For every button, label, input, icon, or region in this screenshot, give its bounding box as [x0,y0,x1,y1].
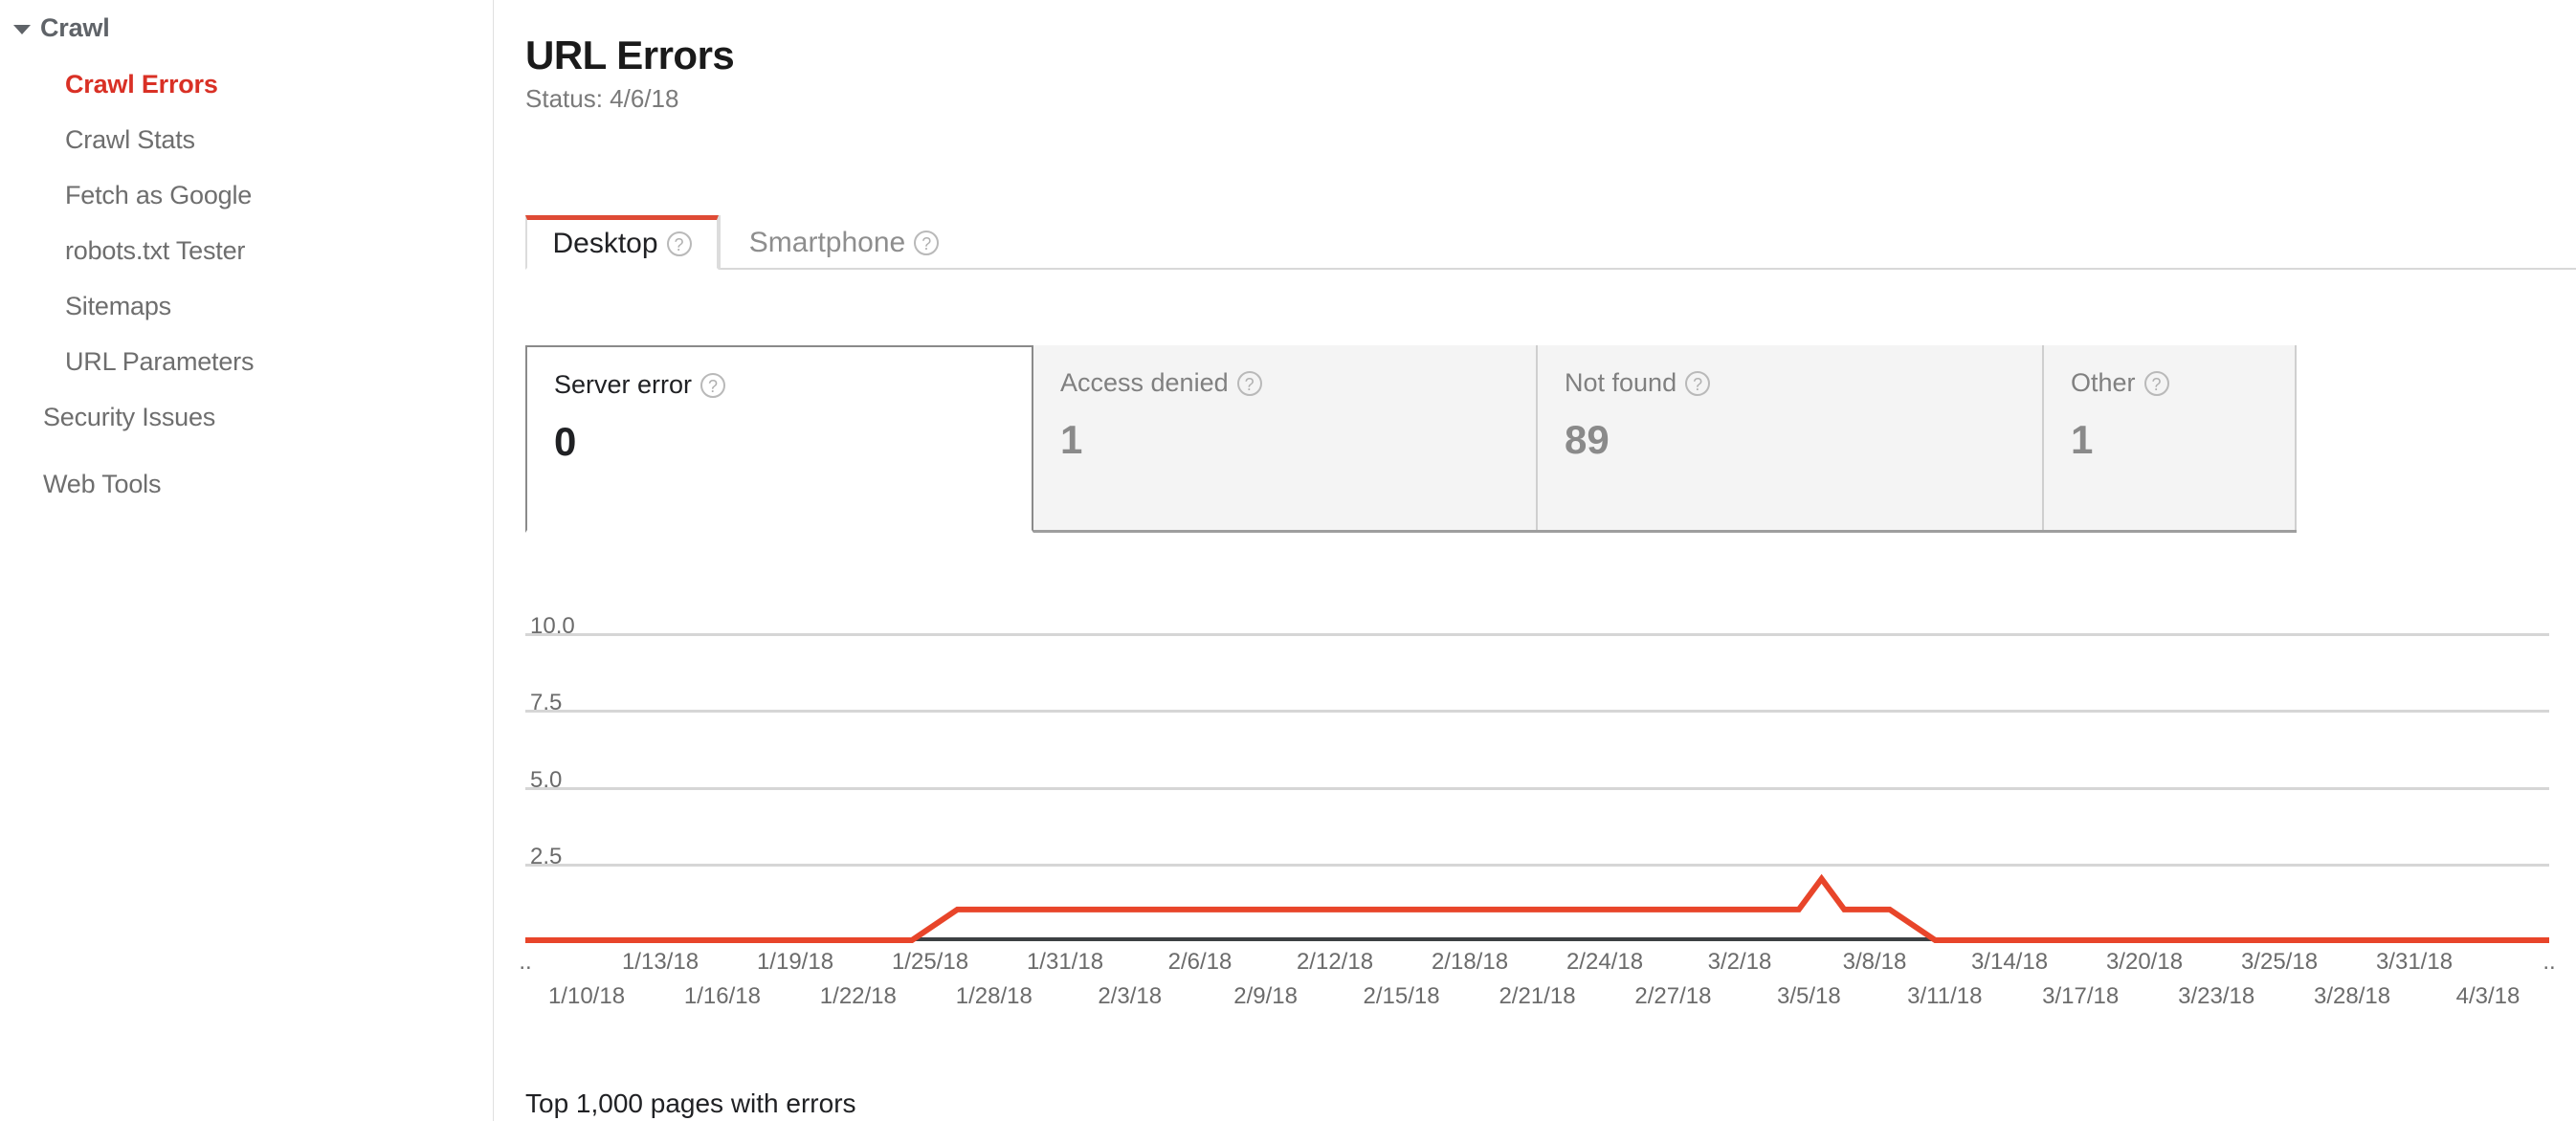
sidebar-item-label: robots.txt Tester [65,235,246,265]
chart-xtick-label: 3/20/18 [2105,949,2184,975]
sidebar-item-robots-txt-tester[interactable]: robots.txt Tester [0,223,493,278]
card-label-wrap: Server error ? [554,370,1032,400]
chart-xtick-label: 2/12/18 [1296,949,1374,975]
card-label-wrap: Not found ? [1565,368,2042,398]
card-label: Access denied [1060,368,1229,397]
chart-xtick-label: 2/3/18 [1098,983,1163,1009]
chart-xlabels-bottom: 1/10/18 1/16/18 1/22/18 1/28/18 2/3/18 2/9/18… [494,983,2576,1014]
sidebar-group-crawl[interactable]: Crawl [0,0,493,56]
chart-xtick-label: 1/13/18 [621,949,700,975]
tab-desktop[interactable]: Desktop ? [525,215,719,270]
chart-xtick-label: 3/2/18 [1707,949,1772,975]
chart-xtick-label: 3/23/18 [2178,983,2255,1009]
card-other[interactable]: Other ? 1 [2044,345,2297,530]
card-label: Not found [1565,368,1677,397]
chart-xtick-label: 1/31/18 [1026,949,1104,975]
sidebar-item-label: Security Issues [43,402,216,431]
card-value: 0 [554,419,577,464]
chart-xtick-label: 2/24/18 [1566,949,1644,975]
sidebar-item-security-issues[interactable]: Security Issues [0,389,493,445]
chart-xtick-label: 3/14/18 [1970,949,2049,975]
sidebar-item-label: URL Parameters [65,346,255,376]
error-type-cards: Server error ? 0 Access denied ? 1 Not f… [525,345,2297,533]
chart-xtick-label: 2/27/18 [1634,983,1712,1009]
chart-xlabels-top: .. 1/13/18 1/19/18 1/25/18 1/31/18 2/6/18 2/12… [494,949,2576,979]
card-value: 1 [1060,417,1083,462]
sidebar-item-label: Fetch as Google [65,180,253,209]
chart-xtick-label: 1/10/18 [547,983,626,1009]
chart-xtick-label: 3/8/18 [1842,949,1907,975]
chart-xtick-label: 3/11/18 [1907,983,1983,1009]
card-label: Other [2071,368,2136,397]
main-content: URL Errors Status: 4/6/18 Desktop ? Smar… [494,0,2576,1121]
chart-xtick-label: 1/25/18 [891,949,969,975]
sidebar-item-crawl-errors[interactable]: Crawl Errors [0,56,493,112]
card-value: 89 [1565,417,1610,462]
chart-xtick-label: 2/21/18 [1499,983,1576,1009]
sidebar-item-label: Crawl Stats [65,124,195,154]
help-circle-icon[interactable]: ? [1685,370,1711,396]
chart-ytick-label: 5.0 [530,766,563,793]
card-access-denied[interactable]: Access denied ? 1 [1033,345,1538,530]
tab-label: Desktop [552,228,658,259]
help-circle-icon[interactable]: ? [1236,370,1262,396]
chart-xtick-label: 2/9/18 [1233,983,1299,1009]
chart-series-layer [525,603,2549,947]
card-not-found[interactable]: Not found ? 89 [1538,345,2044,530]
card-label-wrap: Other ? [2071,368,2295,398]
tab-label: Smartphone [748,226,906,258]
sidebar-item-sitemaps[interactable]: Sitemaps [0,278,493,334]
chart-xtick-label: .. [519,949,532,975]
chart-xtick-label: 3/31/18 [2375,949,2454,975]
chart-xtick-label: 1/22/18 [819,983,897,1009]
tab-smartphone[interactable]: Smartphone ? [719,215,967,270]
sidebar-group-label: Crawl [40,13,110,42]
errors-over-time-chart: .. 1/13/18 1/19/18 1/25/18 1/31/18 2/6/18 2/12… [494,574,2576,1014]
caret-down-icon[interactable] [13,24,31,34]
page-title: URL Errors [525,33,735,78]
chart-xtick-label: 3/17/18 [2042,983,2120,1009]
help-circle-icon[interactable]: ? [700,372,726,398]
chart-xtick-label: 1/19/18 [756,949,834,975]
chart-xtick-label: 3/28/18 [2314,983,2391,1009]
help-circle-icon[interactable]: ? [666,231,692,256]
chart-xtick-label: 3/5/18 [1776,983,1841,1009]
help-circle-icon[interactable]: ? [2143,370,2169,396]
chart-ytick-label: 7.5 [530,690,563,716]
card-label-wrap: Access denied ? [1060,368,1536,398]
chart-ytick-label: 2.5 [530,843,563,869]
device-tabs: Desktop ? Smartphone ? [525,215,2576,270]
card-label: Server error [554,370,693,399]
sidebar-item-url-parameters[interactable]: URL Parameters [0,334,493,389]
chart-xtick-label: 4/3/18 [2455,983,2520,1009]
top-pages-note: Top 1,000 pages with errors [525,1088,856,1118]
chart-xtick-label: 2/15/18 [1363,983,1440,1009]
card-value: 1 [2071,417,2094,462]
chart-xtick-label: 2/18/18 [1431,949,1509,975]
crawl-errors-page: Crawl Crawl Errors Crawl Stats Fetch as … [0,0,2576,1121]
chart-ytick-label: 10.0 [530,613,575,640]
sidebar-item-label: Crawl Errors [65,69,218,99]
chart-xtick-label: 1/28/18 [955,983,1033,1009]
sidebar-item-label: Web Tools [43,469,162,498]
card-server-error[interactable]: Server error ? 0 [525,345,1033,533]
chart-xtick-label: 3/25/18 [2240,949,2319,975]
chart-xtick-label: .. [2543,949,2556,975]
status-text: Status: 4/6/18 [525,84,679,113]
chart-xtick-label: 2/6/18 [1167,949,1232,975]
sidebar-item-fetch-as-google[interactable]: Fetch as Google [0,167,493,223]
sidebar-item-label: Sitemaps [65,291,171,320]
help-circle-icon[interactable]: ? [914,230,940,255]
sidebar: Crawl Crawl Errors Crawl Stats Fetch as … [0,0,494,1121]
chart-series-line [525,879,2549,940]
sidebar-item-crawl-stats[interactable]: Crawl Stats [0,112,493,167]
sidebar-item-web-tools[interactable]: Web Tools [0,456,493,512]
chart-xtick-label: 1/16/18 [683,983,761,1009]
